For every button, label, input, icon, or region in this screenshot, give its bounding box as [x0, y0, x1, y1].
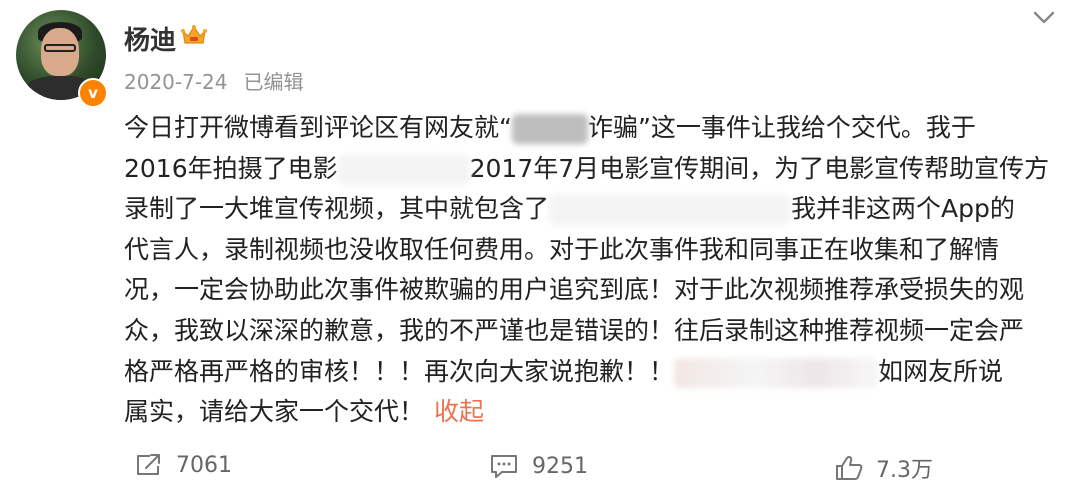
post-meta: 2020-7-24 已编辑: [124, 66, 304, 95]
post-line: 众，我致以深深的歉意，我的不严谨也是错误的！往后录制这种推荐视频一定会严: [124, 315, 1025, 345]
post-line: 录制了一大堆宣传视频，其中就包含了 我并非这两个App的: [124, 194, 1015, 226]
post-line: 况，一定会协助此次事件被欺骗的用户追究到底！对于此次视频推荐承受损失的观: [124, 275, 1025, 305]
post-date[interactable]: 2020-7-24: [124, 70, 228, 94]
thumbs-up-icon: [836, 456, 863, 480]
like-count: 7.3万: [876, 458, 933, 483]
verified-mark: v: [88, 84, 98, 102]
blurred-text: [549, 195, 792, 226]
action-bar: 7061 9251 7.3万: [0, 440, 1080, 490]
repost-button[interactable]: 7061: [134, 452, 232, 478]
verified-badge: v: [78, 78, 108, 108]
post-line: 2016年拍摄了电影 2017年7月电影宣传期间，为了电影宣传帮助宣传方: [124, 153, 1050, 185]
post-content: 今日打开微博看到评论区有网友就“ 诈骗”这一事件让我给个交代。我于 2016年拍摄…: [124, 108, 1056, 433]
crown-badge-icon: [181, 25, 207, 44]
post-line: 今日打开微博看到评论区有网友就“ 诈骗”这一事件让我给个交代。我于: [124, 113, 976, 144]
blurred-text: [511, 114, 588, 144]
chevron-down-icon[interactable]: [1030, 8, 1058, 28]
collapse-link[interactable]: 收起: [434, 397, 484, 426]
repost-icon: [137, 454, 160, 475]
like-button[interactable]: 7.3万: [834, 452, 933, 484]
comment-button[interactable]: 9251: [488, 452, 588, 480]
edited-label: 已编辑: [243, 70, 304, 94]
blurred-text: [337, 154, 470, 185]
post-line: 格严格再严格的审核！！！再次向大家说抱歉！！ 如网友所说: [124, 356, 1004, 388]
blurred-text: [674, 357, 879, 388]
post-line: 属实，请给大家一个交代！ 收起: [124, 397, 485, 427]
post-line: 代言人，录制视频也没收取任何费用。对于此次事件我和同事正在收集和了解情: [124, 234, 1000, 264]
comment-count: 9251: [532, 453, 588, 479]
avatar-face: [41, 28, 79, 76]
repost-count: 7061: [176, 452, 232, 478]
avatar-glasses: [44, 44, 76, 52]
comment-icon: [491, 455, 517, 478]
author-name[interactable]: 杨迪: [124, 20, 176, 57]
